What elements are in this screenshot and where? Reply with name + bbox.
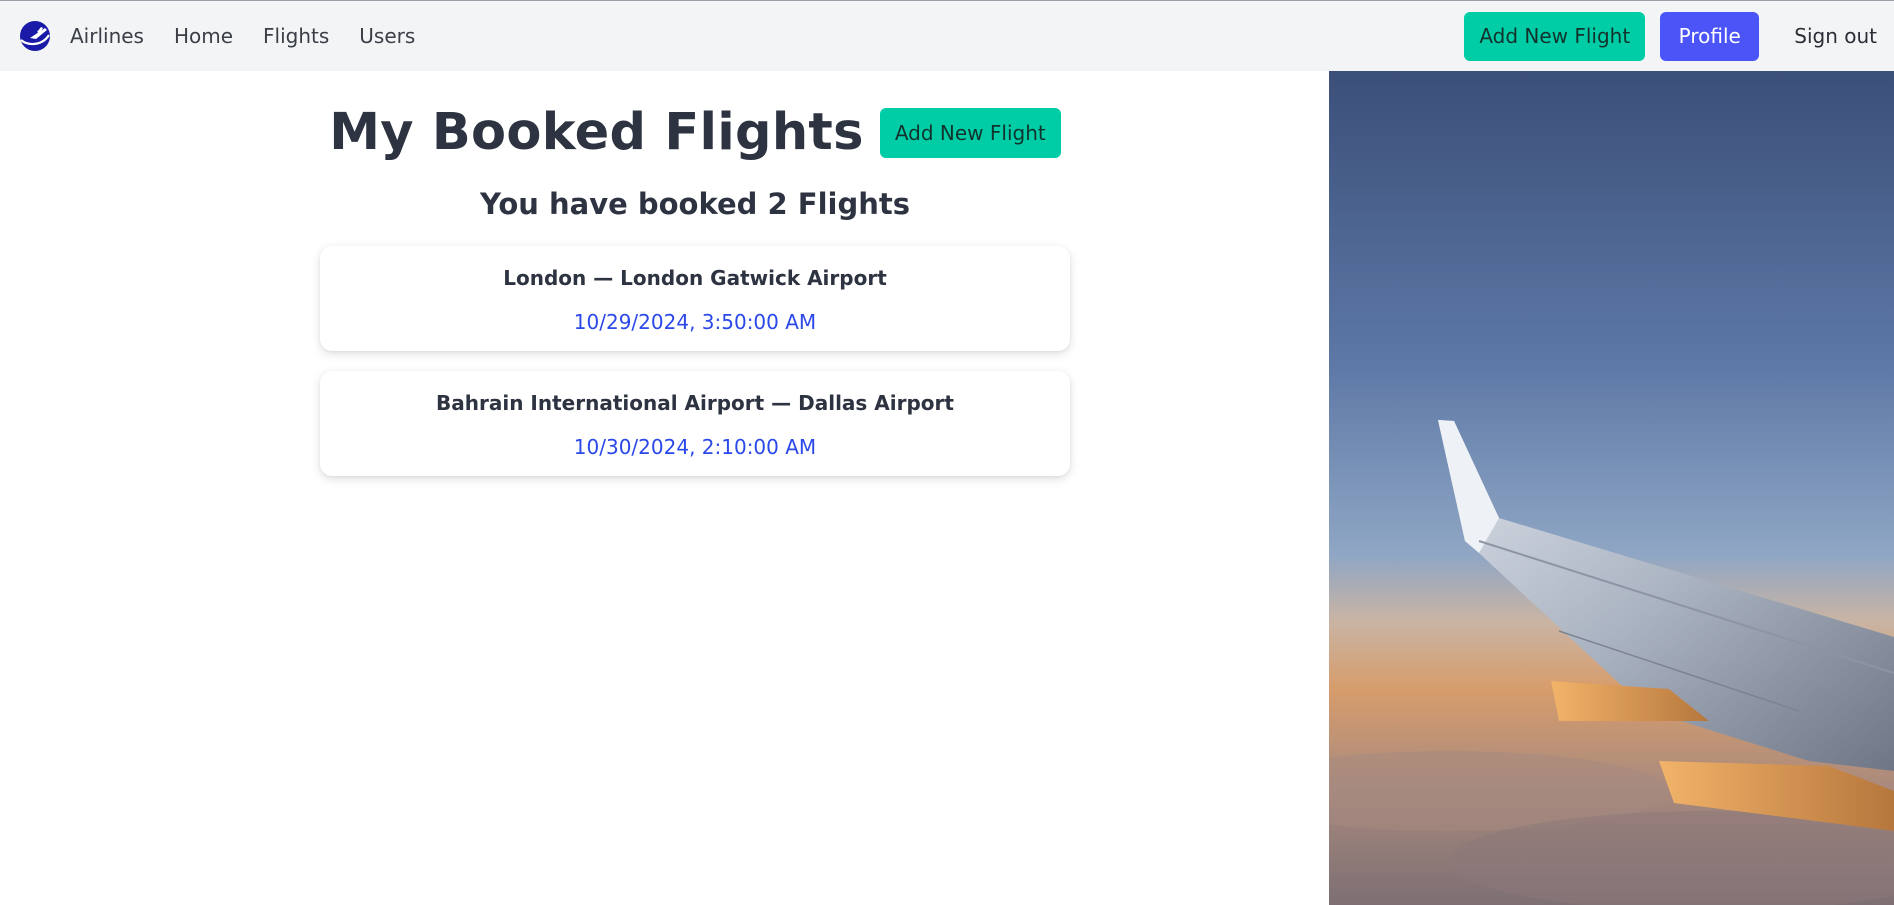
nav-link-users[interactable]: Users (359, 24, 415, 48)
page-title: My Booked Flights (329, 103, 864, 162)
airplane-wing-photo (1329, 71, 1894, 905)
nav-actions: Add New Flight Profile Sign out (1464, 1, 1894, 71)
add-new-flight-button[interactable]: Add New Flight (879, 107, 1061, 158)
brand-name: Airlines (70, 24, 144, 48)
nav-link-home[interactable]: Home (174, 24, 233, 48)
flight-card[interactable]: London — London Gatwick Airport 10/29/20… (320, 246, 1070, 351)
booked-count-heading: You have booked 2 Flights (479, 187, 910, 221)
sign-out-link[interactable]: Sign out (1794, 24, 1877, 48)
plane-globe-logo-icon (20, 21, 50, 51)
flight-card[interactable]: Bahrain International Airport — Dallas A… (320, 371, 1070, 476)
top-navbar: Airlines Home Flights Users Add New Flig… (0, 0, 1894, 71)
flight-datetime: 10/30/2024, 2:10:00 AM (573, 435, 817, 459)
airplane-wing-image (1329, 71, 1894, 905)
flight-route: Bahrain International Airport — Dallas A… (436, 391, 954, 415)
flight-datetime: 10/29/2024, 3:50:00 AM (573, 310, 817, 334)
add-new-flight-nav-button[interactable]: Add New Flight (1464, 11, 1646, 61)
profile-button[interactable]: Profile (1660, 11, 1760, 61)
flight-route: London — London Gatwick Airport (503, 266, 887, 290)
brand-link[interactable]: Airlines (0, 1, 159, 71)
main-content: My Booked Flights Add New Flight You hav… (0, 71, 1329, 905)
nav-link-flights[interactable]: Flights (263, 24, 329, 48)
title-row: My Booked Flights Add New Flight (0, 103, 1390, 162)
